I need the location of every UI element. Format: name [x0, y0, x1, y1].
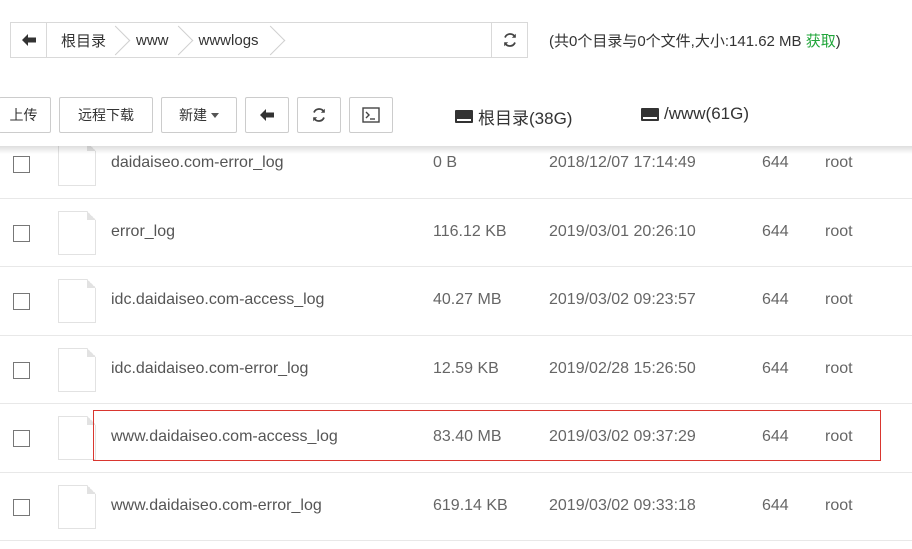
table-row[interactable]: error_log 116.12 KB 2019/03/01 20:26:10 … — [0, 199, 912, 267]
file-name[interactable]: idc.daidaiseo.com-error_log — [111, 360, 308, 378]
breadcrumb-item-wwwlogs[interactable]: wwwlogs — [185, 23, 277, 57]
table-row[interactable]: idc.daidaiseo.com-error_log 12.59 KB 201… — [0, 336, 912, 404]
file-icon — [58, 210, 96, 255]
file-toolbar: 上传 远程下载 新建 — [0, 95, 401, 135]
file-size: 116.12 KB — [433, 222, 507, 240]
file-permission[interactable]: 644 — [762, 497, 789, 515]
back-button[interactable] — [245, 97, 289, 133]
file-mtime: 2019/03/02 09:33:18 — [549, 496, 696, 514]
file-permission[interactable]: 644 — [762, 154, 789, 172]
file-owner: root — [825, 291, 853, 308]
file-icon — [58, 279, 96, 323]
disk-root-label: 根目录(38G) — [478, 109, 573, 128]
file-list: daidaiseo.com-error_log 0 B 2018/12/07 1… — [0, 146, 912, 549]
table-row[interactable]: www.daidaiseo.com-access_log 83.40 MB 20… — [0, 404, 912, 473]
file-size: 40.27 MB — [433, 291, 502, 308]
file-size: 619.14 KB — [433, 496, 508, 514]
file-owner: root — [825, 496, 853, 514]
back-arrow-icon — [21, 34, 36, 46]
remote-download-button[interactable]: 远程下载 — [59, 97, 153, 133]
file-owner: root — [825, 359, 853, 377]
checkbox-icon[interactable] — [13, 361, 30, 379]
file-permission[interactable]: 644 — [762, 360, 789, 378]
file-owner: root — [825, 154, 853, 171]
checkbox-icon[interactable] — [13, 156, 30, 173]
toolbar-shadow — [0, 146, 912, 154]
file-permission[interactable]: 644 — [762, 291, 789, 309]
path-refresh-button[interactable] — [491, 23, 527, 57]
table-row[interactable]: www.daidaiseo.com-error_log 619.14 KB 20… — [0, 473, 912, 541]
checkbox-icon[interactable] — [13, 430, 30, 447]
file-name[interactable]: www.daidaiseo.com-error_log — [111, 497, 322, 515]
file-icon — [58, 416, 96, 460]
back-arrow-icon — [260, 109, 274, 121]
file-icon — [58, 347, 96, 392]
file-mtime: 2019/03/02 09:37:29 — [549, 428, 696, 445]
disk-www-button[interactable]: /www(61G) — [641, 104, 749, 124]
breadcrumb-item-www[interactable]: www — [122, 23, 185, 57]
breadcrumb: 根目录 www wwwlogs — [47, 23, 491, 57]
file-name[interactable]: www.daidaiseo.com-access_log — [111, 428, 338, 446]
file-size: 83.40 MB — [433, 428, 502, 445]
file-permission[interactable]: 644 — [762, 428, 789, 446]
hard-drive-icon — [455, 110, 473, 123]
hard-drive-icon — [641, 107, 659, 121]
path-bar: 根目录 www wwwlogs — [10, 22, 528, 58]
file-name[interactable]: error_log — [111, 223, 175, 241]
file-mtime: 2019/03/01 20:26:10 — [549, 222, 696, 240]
breadcrumb-item-root[interactable]: 根目录 — [47, 23, 122, 57]
refresh-icon — [313, 108, 325, 122]
file-owner: root — [825, 428, 853, 445]
table-row[interactable]: idc.daidaiseo.com-access_log 40.27 MB 20… — [0, 267, 912, 336]
file-name[interactable]: daidaiseo.com-error_log — [111, 154, 284, 172]
terminal-icon — [362, 107, 380, 123]
new-dropdown-button[interactable]: 新建 — [161, 97, 237, 133]
chevron-down-icon — [211, 112, 219, 118]
file-mtime: 2019/02/28 15:26:50 — [549, 359, 696, 377]
disk-root-button[interactable]: 根目录(38G) — [455, 104, 572, 129]
directory-summary-close: ) — [835, 33, 841, 50]
checkbox-icon[interactable] — [13, 293, 30, 310]
new-button-label: 新建 — [179, 107, 207, 123]
file-size: 12.59 KB — [433, 359, 499, 377]
checkbox-icon[interactable] — [13, 498, 30, 516]
file-mtime: 2018/12/07 17:14:49 — [549, 154, 696, 171]
file-mtime: 2019/03/02 09:23:57 — [549, 291, 696, 308]
file-name[interactable]: idc.daidaiseo.com-access_log — [111, 291, 324, 309]
upload-button[interactable]: 上传 — [0, 97, 51, 133]
fetch-size-link[interactable]: 获取 — [806, 33, 836, 50]
terminal-button[interactable] — [349, 97, 393, 133]
refresh-icon — [503, 33, 516, 47]
file-permission[interactable]: 644 — [762, 223, 789, 241]
file-size: 0 B — [433, 154, 458, 171]
refresh-button[interactable] — [297, 97, 341, 133]
path-back-button[interactable] — [11, 23, 47, 57]
directory-summary-text: (共0个目录与0个文件,大小:141.62 MB — [549, 33, 806, 50]
file-owner: root — [825, 222, 853, 240]
file-icon — [58, 484, 96, 529]
directory-summary: (共0个目录与0个文件,大小:141.62 MB 获取) — [549, 30, 841, 51]
checkbox-icon[interactable] — [13, 224, 30, 242]
disk-www-label: /www(61G) — [664, 104, 750, 123]
